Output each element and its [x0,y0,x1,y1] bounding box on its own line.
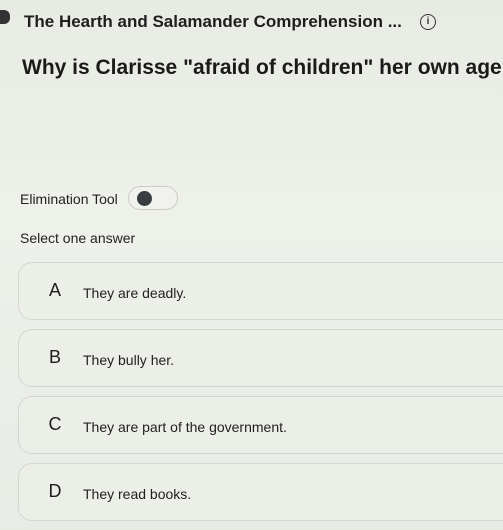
toggle-knob [137,191,152,206]
answer-options: A They are deadly. B They bully her. C T… [18,262,503,530]
question-text: Why is Clarisse "afraid of children" her… [22,56,503,79]
option-letter: C [48,414,62,434]
select-answer-prompt: Select one answer [20,230,136,246]
option-text: They read books. [83,486,192,502]
elimination-tool-label: Elimination Tool [20,191,118,207]
answer-option-d[interactable]: D They read books. [18,463,503,521]
option-letter: D [48,481,62,501]
option-letter: A [48,280,61,300]
option-text: They are part of the government. [83,419,287,435]
info-icon[interactable]: i [420,14,436,30]
quiz-title: The Hearth and Salamander Comprehension … [24,12,402,31]
option-text: They are deadly. [83,285,187,301]
option-text: They bully her. [83,352,175,368]
option-letter: B [48,347,61,367]
answer-option-b[interactable]: B They bully her. [18,329,503,387]
book-icon [0,10,10,24]
quiz-header: The Hearth and Salamander Comprehension … [0,0,503,44]
answer-option-c[interactable]: C They are part of the government. [18,396,503,454]
elimination-tool-toggle[interactable] [128,186,178,210]
answer-option-a[interactable]: A They are deadly. [18,262,503,320]
